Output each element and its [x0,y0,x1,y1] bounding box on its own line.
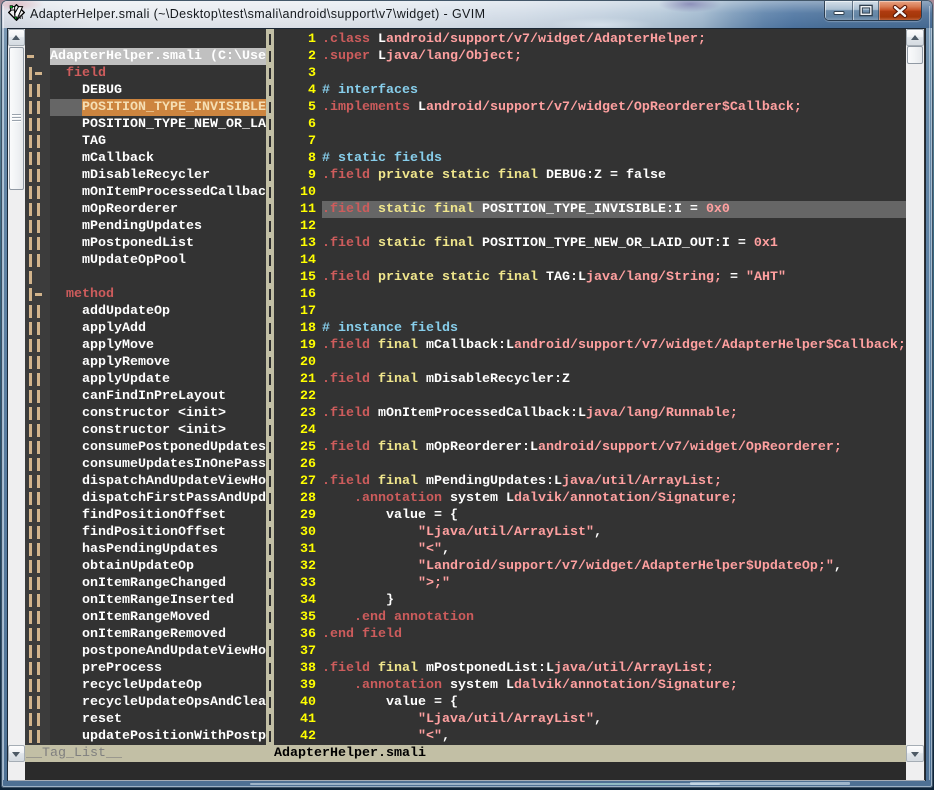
svg-text:m: m [17,14,23,21]
